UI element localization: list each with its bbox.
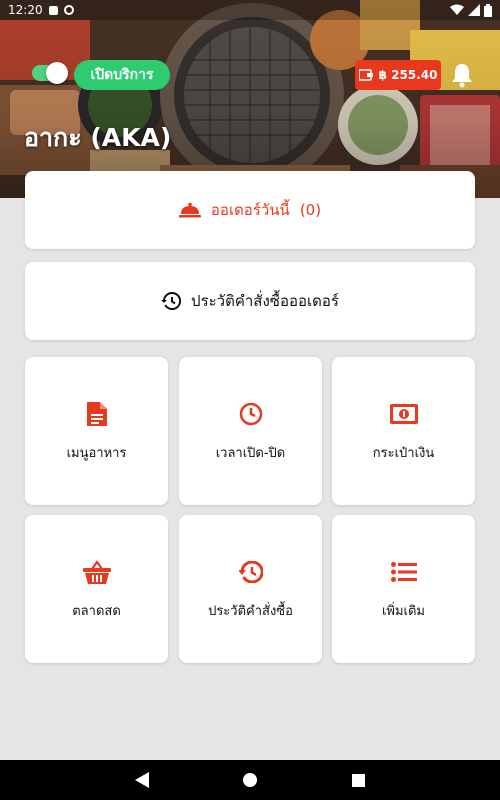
back-button[interactable] xyxy=(132,770,152,790)
today-orders-count: (0) xyxy=(299,201,322,219)
home-button[interactable] xyxy=(240,770,260,790)
tile-more[interactable]: เพิ่มเติม xyxy=(332,515,475,663)
shop-name: อากะ (AKA) xyxy=(24,123,172,152)
sd-card-icon xyxy=(48,5,58,15)
wallet-balance-button[interactable]: ฿ 255.40 xyxy=(355,60,441,90)
money-icon xyxy=(389,403,418,424)
open-service-button[interactable]: เปิดบริการ xyxy=(74,60,170,90)
order-history-button[interactable]: ประวัติคำสั่งซื้อออเดอร์ xyxy=(25,262,475,340)
today-orders-button[interactable]: ออเดอร์วันนี้ (0) xyxy=(25,171,475,249)
tile-fresh-market[interactable]: ตลาดสด xyxy=(25,515,168,663)
bell-icon[interactable] xyxy=(450,62,474,88)
order-history-label: ประวัติคำสั่งซื้อออเดอร์ xyxy=(191,292,339,310)
signal-icon xyxy=(468,4,480,16)
basket-icon xyxy=(82,559,111,584)
wallet-amount: ฿ 255.40 xyxy=(378,68,438,82)
service-toggle[interactable] xyxy=(32,62,68,84)
wifi-icon xyxy=(450,4,464,15)
recents-square-icon xyxy=(351,773,365,787)
sync-icon xyxy=(63,5,74,15)
hero-banner xyxy=(0,0,500,198)
history-icon xyxy=(161,292,182,310)
tile-purchase-history[interactable]: ประวัติคำสั่งซื้อ xyxy=(179,515,322,663)
list-icon xyxy=(390,561,417,582)
document-icon xyxy=(86,401,107,426)
battery-icon xyxy=(484,3,492,17)
wallet-icon xyxy=(358,69,373,81)
tile-label: ตลาดสด xyxy=(72,603,121,619)
tile-label: เมนูอาหาร xyxy=(66,445,127,461)
tile-opening-hours[interactable]: เวลาเปิด-ปิด xyxy=(179,357,322,505)
status-time: 12:20 xyxy=(8,3,43,17)
home-circle-icon xyxy=(243,773,257,787)
back-triangle-icon xyxy=(135,772,149,788)
tile-label: ประวัติคำสั่งซื้อ xyxy=(208,603,293,619)
tile-food-menu[interactable]: เมนูอาหาร xyxy=(25,357,168,505)
today-orders-label: ออเดอร์วันนี้ xyxy=(210,201,290,219)
system-navigation-bar xyxy=(0,760,500,800)
food-cloche-icon xyxy=(178,202,201,218)
recents-button[interactable] xyxy=(348,770,368,790)
clock-icon xyxy=(239,402,262,425)
status-bar: 12:20 xyxy=(0,0,500,20)
history-icon xyxy=(238,560,263,583)
tile-label: เพิ่มเติม xyxy=(381,603,426,619)
tile-label: เวลาเปิด-ปิด xyxy=(215,445,286,461)
tile-label: กระเป๋าเงิน xyxy=(372,445,435,461)
tile-wallet[interactable]: กระเป๋าเงิน xyxy=(332,357,475,505)
